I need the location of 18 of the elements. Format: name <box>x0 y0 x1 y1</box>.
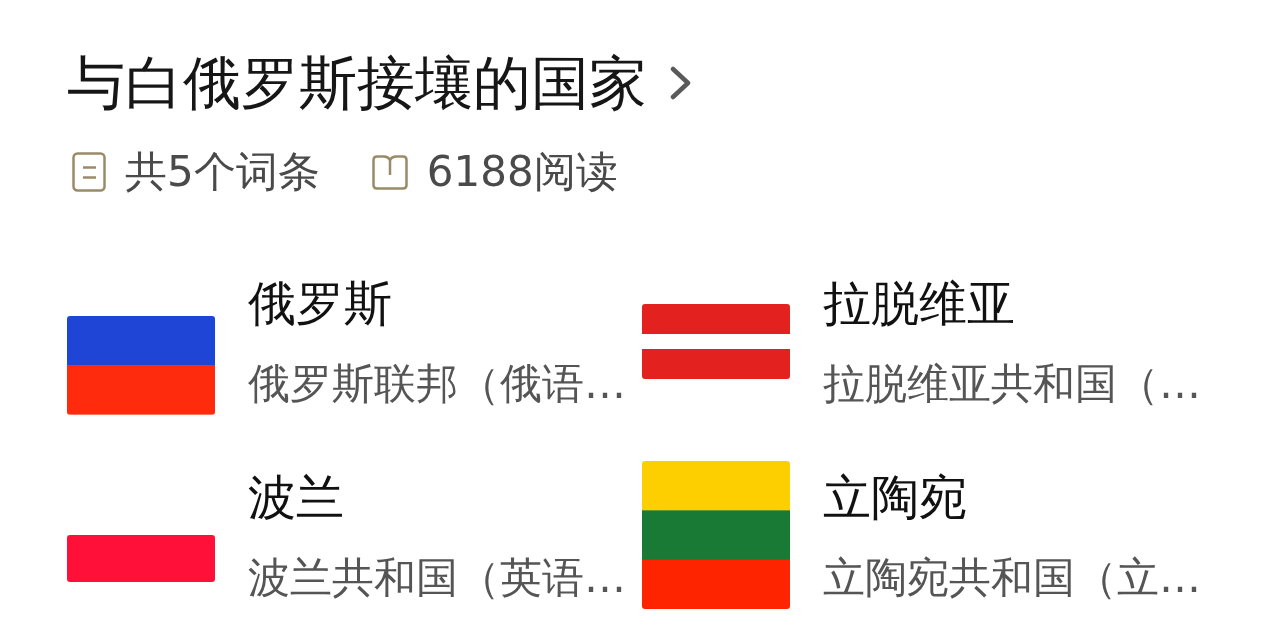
entry-count: 共5个词条 <box>125 149 320 195</box>
country-description: 俄罗斯联邦（俄语… <box>248 359 626 409</box>
country-description: 波兰共和国（英语… <box>248 553 626 603</box>
flag-icon <box>642 461 790 609</box>
country-name[interactable]: 拉脱维亚 <box>823 275 1015 331</box>
chevron-right-icon <box>669 66 693 100</box>
read-count: 6188阅读 <box>426 149 618 195</box>
country-description: 立陶宛共和国（立… <box>823 553 1201 603</box>
book-icon <box>371 154 408 190</box>
title-link[interactable]: 与白俄罗斯接壤的国家 <box>67 50 693 116</box>
flag-icon <box>67 535 215 582</box>
flag-icon <box>642 303 790 379</box>
document-icon <box>72 152 106 192</box>
country-name[interactable]: 俄罗斯 <box>248 275 392 331</box>
country-description: 拉脱维亚共和国（… <box>823 359 1201 409</box>
flag-icon <box>67 316 215 415</box>
country-name[interactable]: 波兰 <box>248 469 344 525</box>
country-name[interactable]: 立陶宛 <box>823 469 967 525</box>
